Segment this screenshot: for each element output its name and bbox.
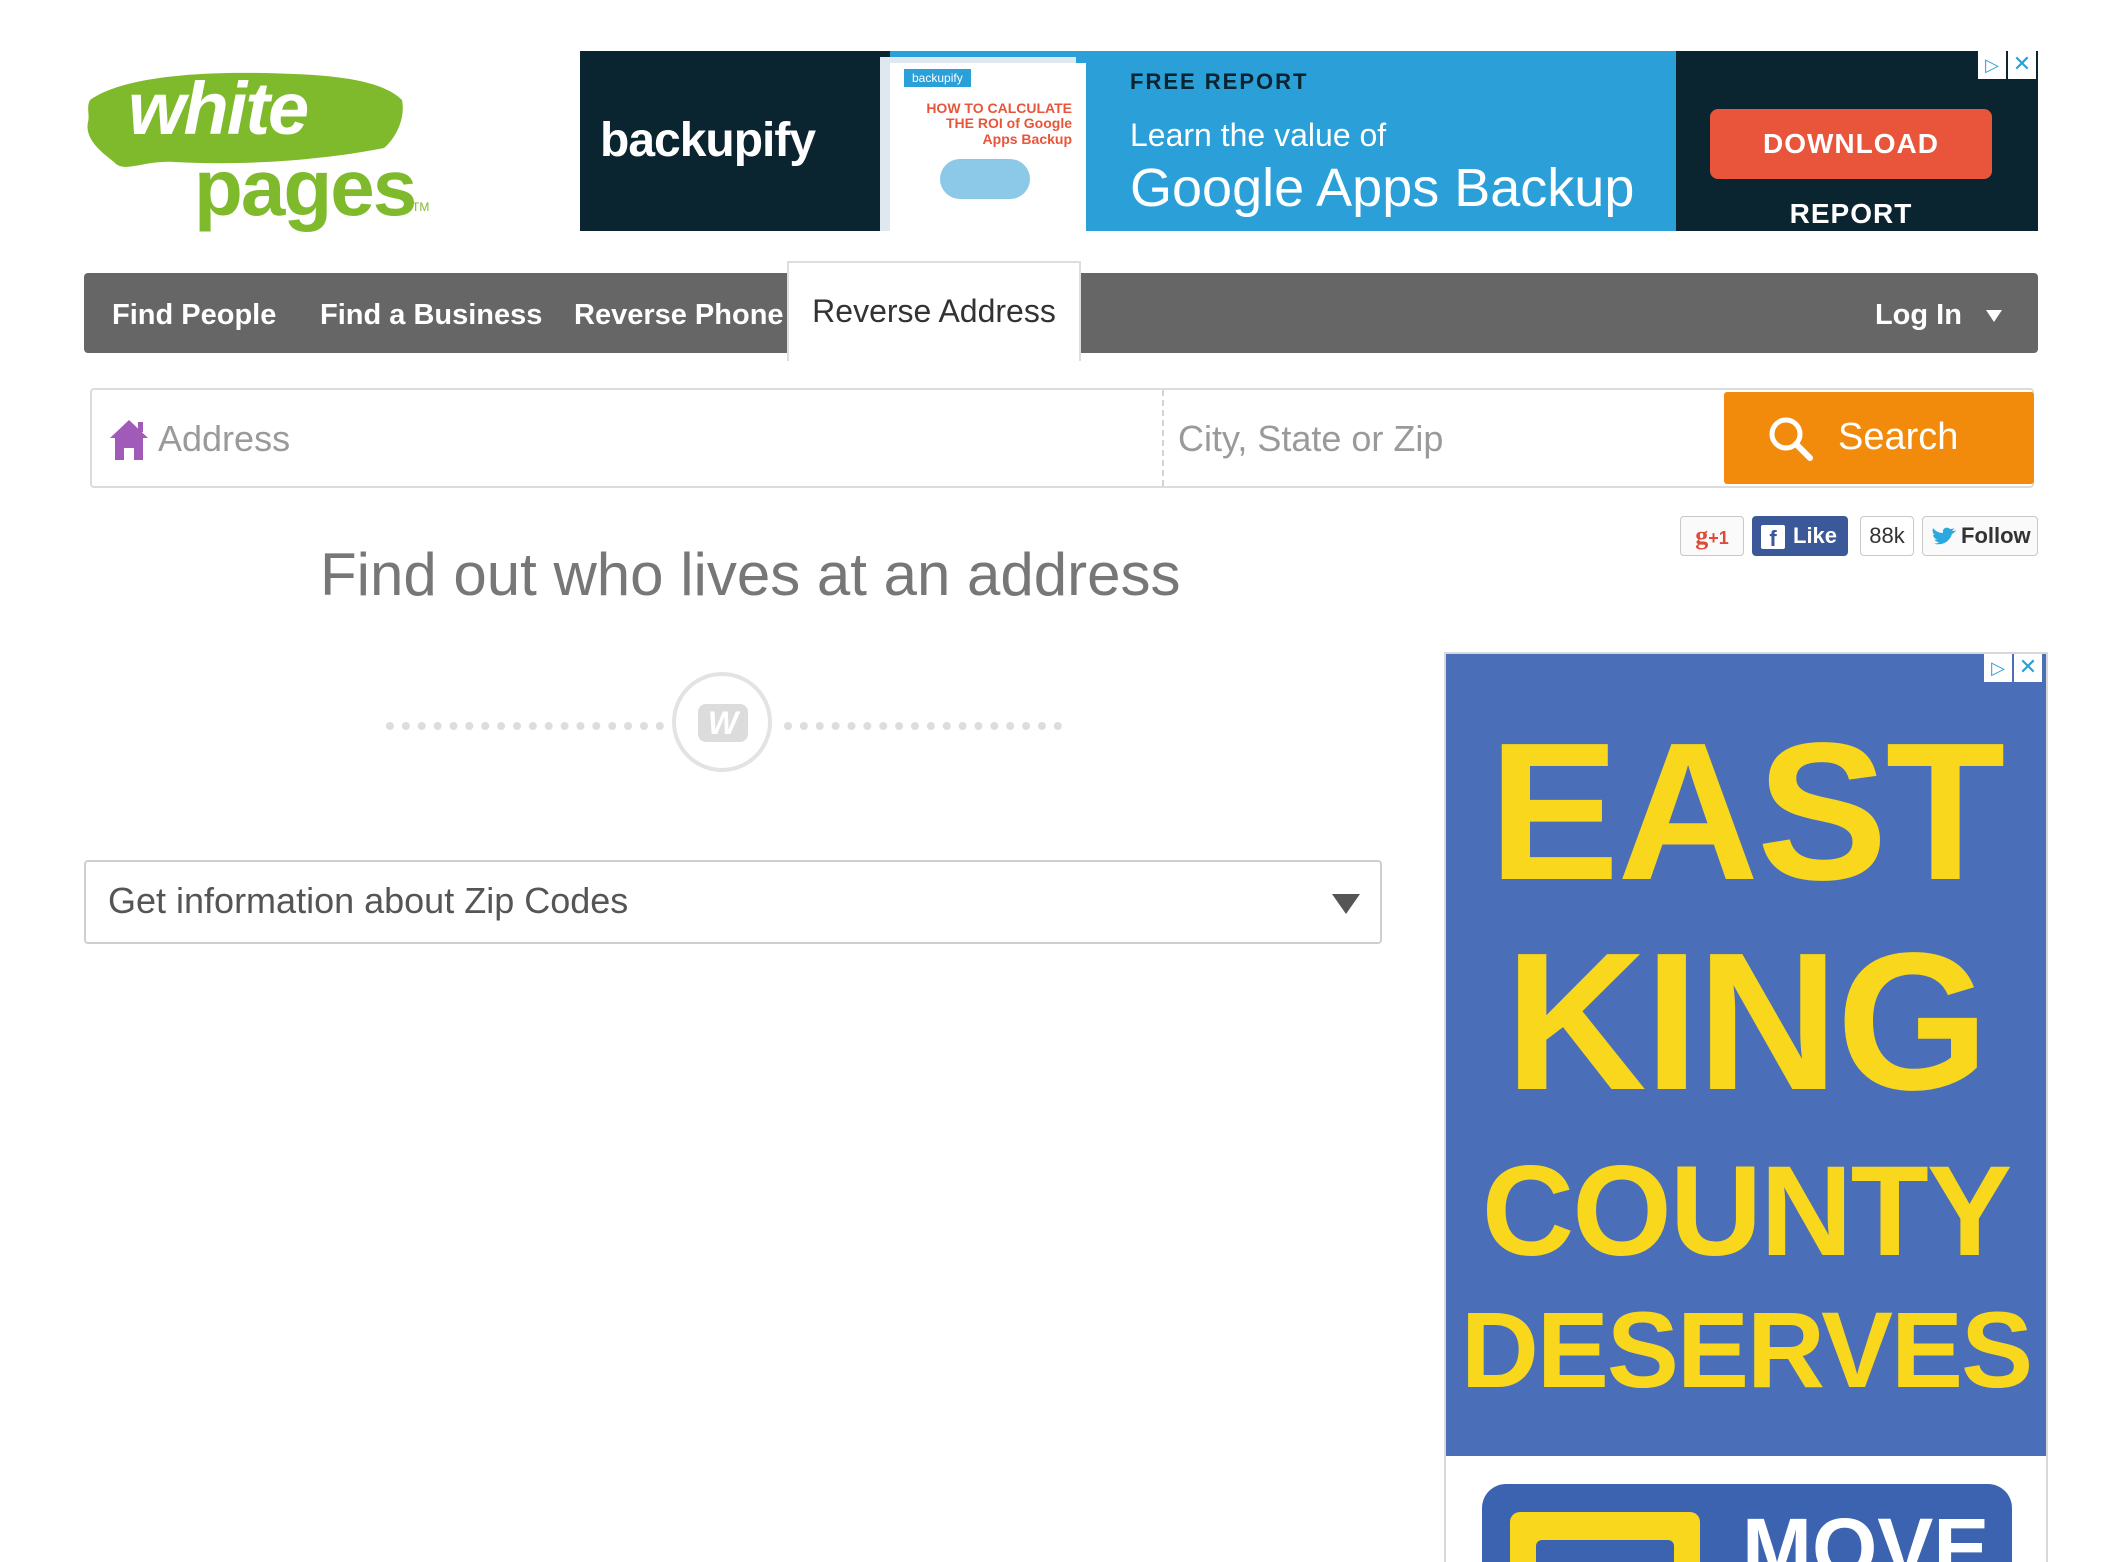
facebook-like-label: Like — [1793, 523, 1838, 548]
whitepages-w-icon: W — [698, 704, 748, 742]
close-icon[interactable]: ✕ — [2014, 654, 2042, 682]
nav-reverse-phone[interactable]: Reverse Phone — [574, 273, 784, 353]
divider-dots-right — [784, 722, 1062, 730]
ad-eyebrow: FREE REPORT — [1130, 69, 1309, 94]
logo-word-pages: pages — [194, 143, 417, 232]
google-plus-icon: g — [1695, 521, 1709, 550]
search-icon — [1769, 417, 1813, 461]
ad-brand-panel: backupify — [580, 51, 890, 231]
ad-brand-name: backupify — [600, 114, 816, 167]
house-icon — [110, 420, 148, 460]
truck-icon — [1510, 1512, 1700, 1562]
address-field — [92, 390, 1164, 486]
search-button-label: Search — [1838, 416, 1959, 458]
ad-report-thumbnail: backupify HOW TO CALCULATE THE ROI of Go… — [890, 63, 1086, 231]
address-input[interactable] — [156, 404, 1150, 474]
cloud-icon — [940, 159, 1030, 199]
google-plus-label: +1 — [1708, 528, 1729, 548]
ad-line1: Learn the value of — [1130, 117, 1387, 153]
page-headline: Find out who lives at an address — [320, 541, 1181, 608]
side-ad-move-label: MOVE — [1742, 1501, 1990, 1562]
facebook-icon: f — [1761, 525, 1785, 551]
google-plus-button[interactable]: g+1 — [1680, 516, 1744, 556]
side-ad-line-4: DESERVES — [1460, 1289, 2033, 1410]
login-menu[interactable]: Log In — [1875, 273, 2002, 353]
adchoices-icon[interactable]: ▷ — [1978, 51, 2006, 79]
facebook-like-count: 88k — [1860, 516, 1914, 556]
whitepages-logo[interactable]: white pages TM — [84, 66, 434, 238]
nav-reverse-address[interactable]: Reverse Address — [787, 261, 1081, 361]
ad-report-title: HOW TO CALCULATE THE ROI of Google Apps … — [926, 100, 1072, 147]
side-ad-line-1: EAST — [1488, 702, 2006, 921]
side-ad-move-button[interactable]: MOVE — [1482, 1484, 2012, 1562]
ad-line2: Google Apps Backup — [1130, 158, 1635, 218]
side-banner-ad[interactable]: EAST KING COUNTY DESERVES MOVE ▷ ✕ — [1444, 652, 2048, 1562]
twitter-follow-label: Follow — [1961, 523, 2031, 548]
twitter-bird-icon — [1932, 527, 1956, 545]
zip-codes-dropdown[interactable]: Get information about Zip Codes — [84, 860, 1382, 944]
logo-word-white: white — [128, 67, 309, 150]
caret-down-icon — [1332, 894, 1360, 914]
logo-trademark: TM — [412, 200, 430, 214]
search-bar: Search — [90, 388, 2034, 488]
nav-find-a-business[interactable]: Find a Business — [320, 273, 542, 353]
ad-report-tag: backupify — [904, 69, 971, 87]
adchoices-icon[interactable]: ▷ — [1984, 654, 2012, 682]
nav-find-people[interactable]: Find People — [112, 273, 276, 353]
divider-dots-left — [386, 722, 664, 730]
download-report-button[interactable]: DOWNLOAD REPORT — [1710, 109, 1992, 229]
facebook-like-button[interactable]: f Like — [1752, 516, 1848, 556]
section-divider: W — [386, 670, 1062, 780]
city-state-zip-input[interactable] — [1176, 404, 1720, 474]
whitepages-badge: W — [672, 672, 772, 772]
close-icon[interactable]: ✕ — [2008, 51, 2036, 79]
search-button[interactable]: Search — [1724, 392, 2034, 484]
top-banner-ad[interactable]: backupify backupify HOW TO CALCULATE THE… — [580, 51, 2038, 231]
zip-codes-dropdown-label: Get information about Zip Codes — [108, 880, 629, 921]
login-label: Log In — [1874, 299, 1962, 331]
twitter-follow-button[interactable]: Follow — [1922, 516, 2038, 556]
side-ad-line-2: KING — [1505, 912, 1989, 1131]
chevron-down-icon — [1986, 310, 2002, 323]
side-ad-line-3: COUNTY — [1481, 1140, 2012, 1283]
